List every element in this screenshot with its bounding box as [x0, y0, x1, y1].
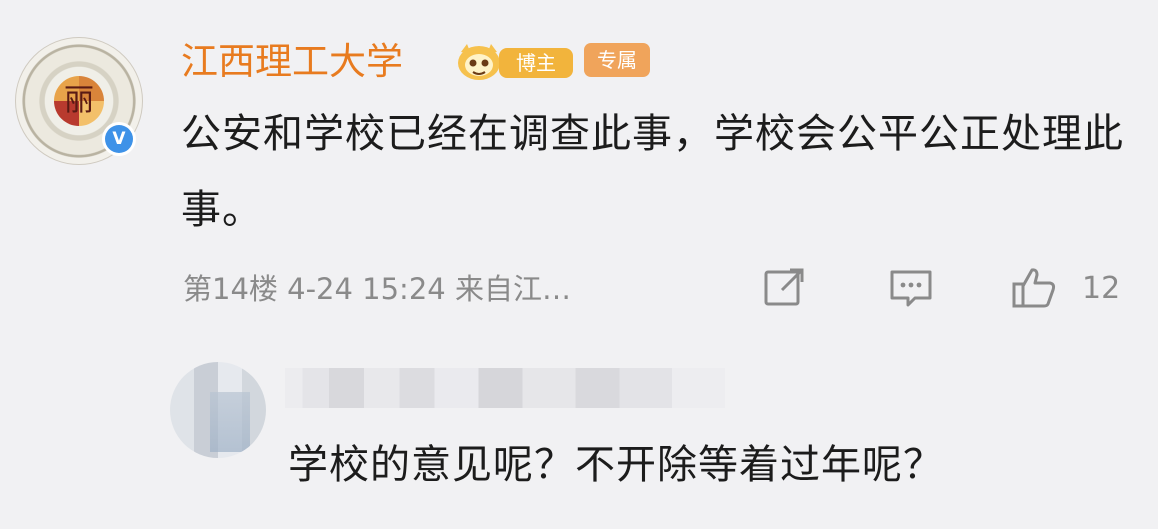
avatar-mark: 丽 [64, 83, 94, 118]
reply-content: 学校的意见呢？不开除等着过年呢？ [288, 442, 944, 488]
post-meta: 第14楼 4-24 15:24 来自江… [183, 272, 571, 306]
reply-avatar-blurred[interactable] [170, 362, 266, 458]
weibo-post: 丽 V 江西理工大学 博主 专属 公安和学校已经在调查此事，学校会公平公正处理此… [0, 0, 1158, 340]
host-badge: 博主 [455, 42, 573, 82]
verified-badge-icon: V [102, 122, 136, 156]
host-badge-label: 博主 [499, 48, 573, 78]
reply-username-blurred [285, 368, 725, 408]
username[interactable]: 江西理工大学 [181, 38, 403, 86]
thumbs-up-icon[interactable] [1010, 264, 1058, 312]
like-count: 12 [1082, 271, 1121, 306]
comment-icon[interactable] [887, 264, 935, 312]
share-icon[interactable] [760, 264, 808, 312]
post-content: 公安和学校已经在调查此事，学校会公平公正处理此事。 [181, 111, 1124, 233]
exclusive-badge: 专属 [584, 43, 650, 77]
